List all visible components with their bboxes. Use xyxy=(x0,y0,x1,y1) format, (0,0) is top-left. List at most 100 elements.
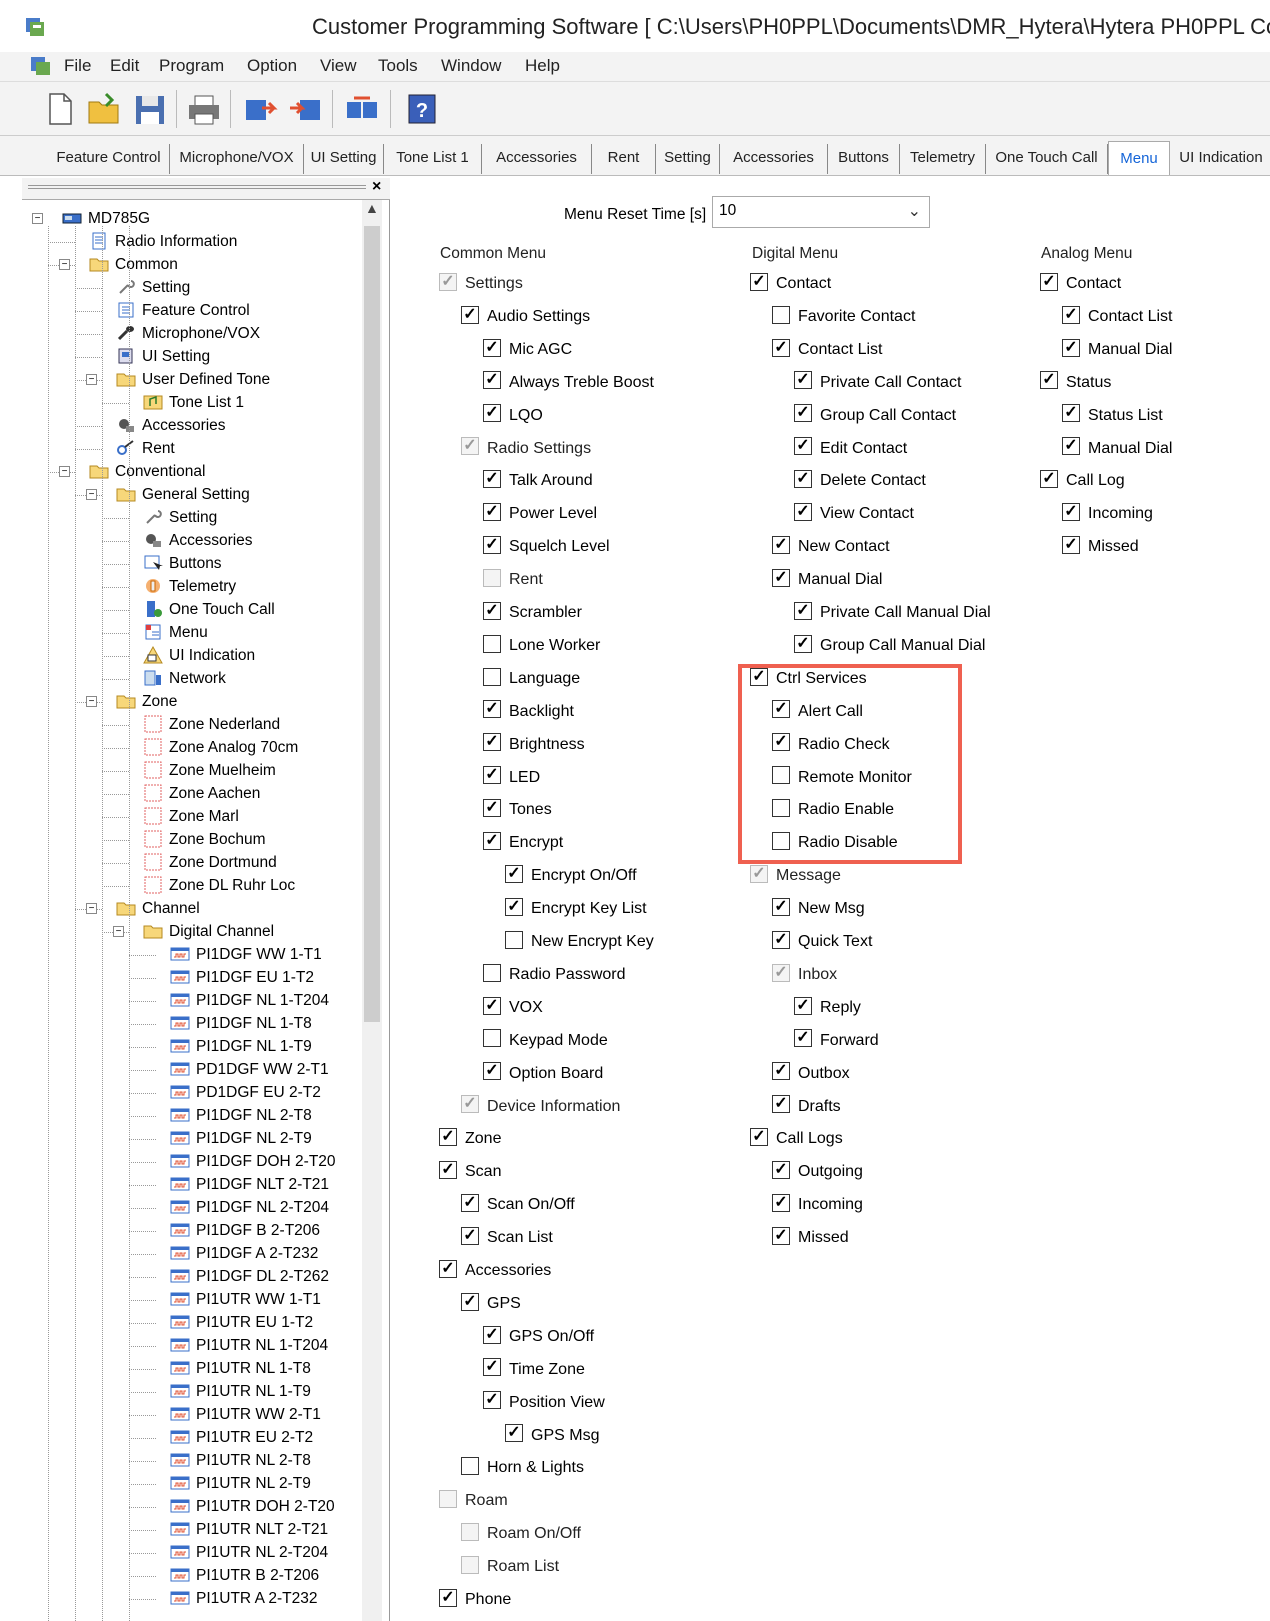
tree-node[interactable]: Zone Nederland xyxy=(143,714,280,736)
checkmark-icon[interactable]: ✓ xyxy=(1062,437,1080,456)
checkmark-icon[interactable]: ✓ xyxy=(483,470,501,489)
checkmark-icon[interactable]: ✓ xyxy=(461,305,479,324)
menu-checkbox[interactable]: ✓ Encrypt Key List xyxy=(505,897,647,924)
tree-node[interactable]: Zone Dortmund xyxy=(143,852,277,874)
tree-node[interactable]: Conventional xyxy=(89,461,205,483)
menu-checkbox[interactable]: ✓ Contact List xyxy=(1062,305,1172,332)
checkmark-icon[interactable]: ✓ xyxy=(483,733,501,752)
checkmark-icon[interactable]: ✓ xyxy=(483,503,501,522)
empty-box-icon[interactable] xyxy=(483,963,501,982)
tab-microphone-vox[interactable]: Microphone/VOX xyxy=(170,144,304,174)
tree-node[interactable]: Buttons xyxy=(143,553,222,575)
checkmark-icon[interactable]: ✓ xyxy=(794,1029,812,1048)
menu-help[interactable]: Help xyxy=(525,56,560,76)
checkmark-icon[interactable]: ✓ xyxy=(461,1193,479,1212)
checkmark-icon[interactable]: ✓ xyxy=(483,601,501,620)
tree-node[interactable]: General Setting xyxy=(116,484,250,506)
checkmark-icon[interactable]: ✓ xyxy=(1062,503,1080,522)
menu-tools[interactable]: Tools xyxy=(378,56,418,76)
empty-box-icon[interactable] xyxy=(483,667,501,686)
menu-checkbox[interactable]: ✓ Phone xyxy=(439,1588,511,1615)
empty-box-icon[interactable] xyxy=(461,1457,479,1476)
checkmark-icon[interactable]: ✓ xyxy=(439,1161,457,1180)
tree-node[interactable]: Zone DL Ruhr Loc xyxy=(143,875,295,897)
menu-checkbox[interactable]: ✓ Delete Contact xyxy=(794,470,926,496)
read-radio-icon[interactable] xyxy=(242,90,278,128)
checkmark-icon[interactable]: ✓ xyxy=(483,799,501,818)
menu-checkbox[interactable]: ✓ Incoming xyxy=(772,1193,863,1220)
tree-node[interactable]: PI1UTR EU 1-T2 xyxy=(170,1312,313,1334)
tree-node[interactable]: PD1DGF WW 2-T1 xyxy=(170,1059,329,1081)
scroll-thumb[interactable] xyxy=(364,226,380,1022)
menu-checkbox[interactable]: ✓ Drafts xyxy=(772,1095,841,1122)
tab-setting[interactable]: Setting xyxy=(656,144,720,174)
checkmark-icon[interactable]: ✓ xyxy=(750,272,768,291)
clone-icon[interactable] xyxy=(344,90,380,128)
menu-checkbox[interactable]: Favorite Contact xyxy=(772,305,915,332)
menu-checkbox[interactable]: ✓ Scrambler xyxy=(483,601,582,628)
tree-node[interactable]: One Touch Call xyxy=(143,599,275,621)
checkmark-icon[interactable]: ✓ xyxy=(772,1193,790,1212)
checkmark-icon[interactable]: ✓ xyxy=(483,996,501,1015)
empty-box-icon[interactable] xyxy=(483,1029,501,1048)
tab-ui-indication[interactable]: UI Indication xyxy=(1172,144,1270,174)
checkmark-icon[interactable]: ✓ xyxy=(1062,535,1080,554)
checkmark-icon[interactable]: ✓ xyxy=(439,1128,457,1147)
menu-checkbox[interactable]: ✓ Audio Settings xyxy=(461,305,590,332)
menu-checkbox[interactable]: ✓ Call Log xyxy=(1040,470,1125,496)
close-icon[interactable]: × xyxy=(372,178,381,196)
menu-checkbox[interactable]: ✓ LED xyxy=(483,766,540,793)
tree-node[interactable]: UI Indication xyxy=(143,645,255,667)
checkmark-icon[interactable]: ✓ xyxy=(483,1062,501,1081)
checkmark-icon[interactable]: ✓ xyxy=(772,897,790,916)
menu-checkbox[interactable]: ✓ Missed xyxy=(1062,535,1139,562)
checkmark-icon[interactable]: ✓ xyxy=(772,1226,790,1245)
collapse-toggle-icon[interactable]: − xyxy=(59,259,70,270)
menu-window[interactable]: Window xyxy=(441,56,501,76)
menu-checkbox[interactable]: ✓ Time Zone xyxy=(483,1358,585,1385)
menu-option[interactable]: Option xyxy=(247,56,297,76)
checkmark-icon[interactable]: ✓ xyxy=(439,1588,457,1607)
checkmark-icon[interactable]: ✓ xyxy=(772,930,790,949)
menu-checkbox[interactable]: Lone Worker xyxy=(483,634,600,661)
menu-checkbox[interactable]: ✓ GPS xyxy=(461,1292,521,1319)
empty-box-icon[interactable] xyxy=(483,634,501,653)
menu-checkbox[interactable]: ✓ Status xyxy=(1040,371,1111,398)
tree-node[interactable]: PI1UTR DOH 2-T20 xyxy=(170,1496,335,1518)
tree-node[interactable]: PI1DGF NLT 2-T21 xyxy=(170,1174,329,1196)
menu-checkbox[interactable]: ✓ Reply xyxy=(794,996,861,1023)
checkmark-icon[interactable]: ✓ xyxy=(1062,305,1080,324)
collapse-toggle-icon[interactable]: − xyxy=(59,466,70,477)
tree-node[interactable]: Zone Muelheim xyxy=(143,760,276,782)
menu-checkbox[interactable]: ✓ Scan List xyxy=(461,1226,553,1253)
write-radio-icon[interactable] xyxy=(288,90,324,128)
checkmark-icon[interactable]: ✓ xyxy=(1040,272,1058,291)
menu-checkbox[interactable]: ✓ GPS Msg xyxy=(505,1424,599,1451)
tree-node[interactable]: Setting xyxy=(116,277,190,299)
checkmark-icon[interactable]: ✓ xyxy=(483,766,501,785)
checkmark-icon[interactable]: ✓ xyxy=(772,568,790,587)
help-icon[interactable]: ? xyxy=(404,90,440,128)
menu-checkbox[interactable]: ✓ Group Call Contact xyxy=(794,404,956,431)
menu-checkbox[interactable]: ✓ Contact xyxy=(1040,272,1121,299)
tree-node[interactable]: Setting xyxy=(143,507,217,529)
collapse-toggle-icon[interactable]: − xyxy=(86,696,97,707)
menu-checkbox[interactable]: ✓ Missed xyxy=(772,1226,849,1253)
checkmark-icon[interactable]: ✓ xyxy=(461,1226,479,1245)
menu-checkbox[interactable]: ✓ Backlight xyxy=(483,700,574,727)
menu-checkbox[interactable]: ✓ Private Call Contact xyxy=(794,371,961,398)
tree-node[interactable]: Microphone/VOX xyxy=(116,323,260,345)
tab-telemetry[interactable]: Telemetry xyxy=(900,144,986,174)
tree-node[interactable]: User Defined Tone xyxy=(116,369,270,391)
tab-buttons[interactable]: Buttons xyxy=(828,144,900,174)
checkmark-icon[interactable]: ✓ xyxy=(483,1391,501,1410)
checkmark-icon[interactable]: ✓ xyxy=(505,864,523,883)
menu-reset-time-select[interactable]: 10 ⌄ xyxy=(712,196,930,228)
tree-node[interactable]: Accessories xyxy=(143,530,253,552)
menu-file[interactable]: File xyxy=(64,56,91,76)
menu-checkbox[interactable]: ✓ Option Board xyxy=(483,1062,603,1089)
menu-checkbox[interactable]: ✓ Manual Dial xyxy=(1062,338,1172,365)
collapse-toggle-icon[interactable]: − xyxy=(86,489,97,500)
collapse-toggle-icon[interactable]: − xyxy=(86,903,97,914)
tree-node[interactable]: Zone Analog 70cm xyxy=(143,737,298,759)
